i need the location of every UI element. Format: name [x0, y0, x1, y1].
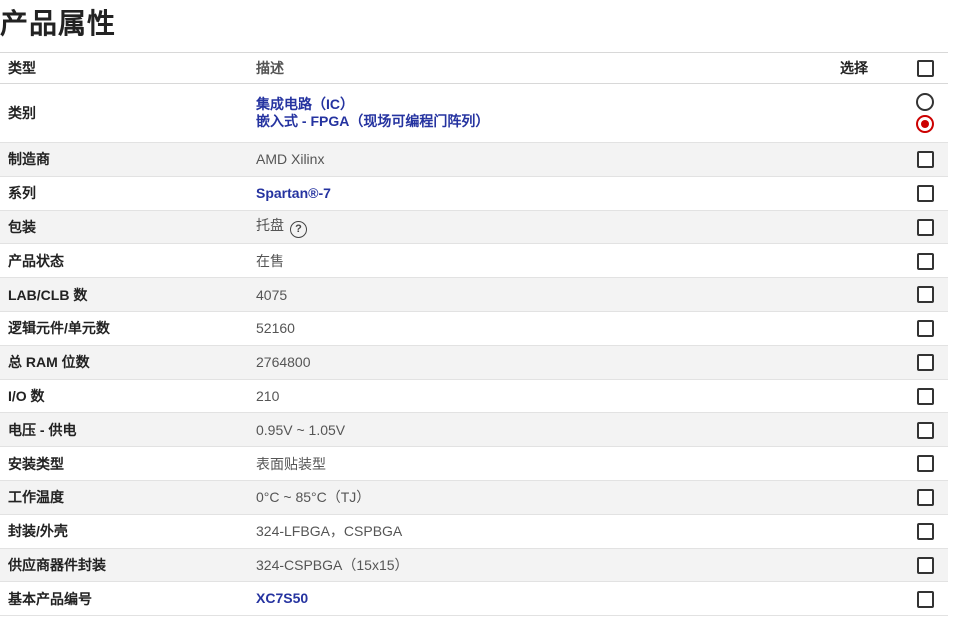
row-checkbox[interactable] [916, 320, 934, 338]
table-row-packaging: 包装 托盘? [0, 210, 948, 245]
table-row-mounting: 安装类型 表面贴装型 [0, 446, 948, 481]
table-row-supplier-package: 供应商器件封装 324-CSPBGA（15x15） [0, 548, 948, 583]
category-radio-ic[interactable] [916, 93, 934, 111]
row-checkbox[interactable] [916, 286, 934, 304]
page-title: 产品属性 [0, 7, 117, 40]
table-row-temperature: 工作温度 0°C ~ 85°C（TJ） [0, 480, 948, 515]
row-value: 0.95V ~ 1.05V [248, 412, 840, 448]
table-row-base-part: 基本产品编号 XC7S50 [0, 581, 948, 617]
row-name: 系列 [0, 176, 248, 211]
table-row-package-case: 封装/外壳 324-LFBGA，CSPBGA [0, 514, 948, 549]
row-value: 210 [248, 379, 840, 414]
row-name: I/O 数 [0, 379, 248, 414]
row-checkbox[interactable] [916, 523, 934, 541]
row-name: 安装类型 [0, 446, 248, 481]
row-checkbox[interactable] [916, 218, 934, 236]
row-value: 0°C ~ 85°C（TJ） [248, 480, 840, 515]
row-name: 基本产品编号 [0, 581, 248, 617]
row-name: 包装 [0, 210, 248, 245]
table-row-voltage: 电压 - 供电 0.95V ~ 1.05V [0, 412, 948, 448]
row-name: 制造商 [0, 142, 248, 177]
row-name: 工作温度 [0, 480, 248, 515]
header-select: 选择 [840, 52, 902, 84]
row-name: 产品状态 [0, 243, 248, 279]
row-value: 324-LFBGA，CSPBGA [248, 514, 840, 549]
row-value: AMD Xilinx [248, 142, 840, 177]
select-all-checkbox[interactable] [916, 59, 934, 77]
attributes-table: 类型 描述 选择 类别 集成电路（IC） 嵌入式 - FPGA（现场可编程门阵列… [0, 52, 948, 617]
header-description: 描述 [248, 52, 840, 84]
row-checkbox[interactable] [916, 455, 934, 473]
row-value: 52160 [248, 311, 840, 346]
row-name: 电压 - 供电 [0, 412, 248, 448]
row-checkbox[interactable] [916, 590, 934, 608]
table-row-series: 系列 Spartan®-7 [0, 176, 948, 211]
row-name: LAB/CLB 数 [0, 277, 248, 312]
row-checkbox[interactable] [916, 252, 934, 270]
base-part-link[interactable]: XC7S50 [256, 590, 840, 607]
row-value: 在售 [248, 243, 840, 279]
row-name: 总 RAM 位数 [0, 345, 248, 380]
table-row-lab-clb: LAB/CLB 数 4075 [0, 277, 948, 312]
table-row-logic-cells: 逻辑元件/单元数 52160 [0, 311, 948, 346]
category-link-ic[interactable]: 集成电路（IC） [256, 96, 840, 113]
row-value: 表面贴装型 [248, 446, 840, 481]
table-row-status: 产品状态 在售 [0, 243, 948, 279]
row-checkbox[interactable] [916, 387, 934, 405]
row-value: 托盘 [256, 217, 284, 234]
category-link-fpga[interactable]: 嵌入式 - FPGA（现场可编程门阵列） [256, 113, 840, 130]
help-icon[interactable]: ? [290, 221, 307, 239]
row-name: 封装/外壳 [0, 514, 248, 549]
row-value: 集成电路（IC） 嵌入式 - FPGA（现场可编程门阵列） [248, 83, 840, 143]
row-name: 供应商器件封装 [0, 548, 248, 583]
series-link[interactable]: Spartan®-7 [256, 185, 840, 202]
category-radio-fpga[interactable] [916, 115, 934, 133]
product-attributes-panel: 产品属性 类型 描述 选择 类别 集成电路（IC） 嵌入式 - FPGA（现场可… [0, 0, 963, 635]
row-checkbox[interactable] [916, 489, 934, 507]
row-checkbox[interactable] [916, 151, 934, 169]
row-checkbox[interactable] [916, 421, 934, 439]
row-value: 4075 [248, 277, 840, 312]
row-name: 类别 [0, 83, 248, 143]
row-name: 逻辑元件/单元数 [0, 311, 248, 346]
table-row-category: 类别 集成电路（IC） 嵌入式 - FPGA（现场可编程门阵列） [0, 83, 948, 143]
header-type: 类型 [0, 52, 248, 84]
row-checkbox[interactable] [916, 354, 934, 372]
row-value: 2764800 [248, 345, 840, 380]
table-header-row: 类型 描述 选择 [0, 52, 948, 84]
table-row-manufacturer: 制造商 AMD Xilinx [0, 142, 948, 177]
row-value: 324-CSPBGA（15x15） [248, 548, 840, 583]
table-row-io: I/O 数 210 [0, 379, 948, 414]
row-checkbox[interactable] [916, 185, 934, 203]
category-radio-group [902, 93, 948, 133]
row-checkbox[interactable] [916, 556, 934, 574]
table-row-ram-bits: 总 RAM 位数 2764800 [0, 345, 948, 380]
select-all-cell [902, 52, 948, 84]
